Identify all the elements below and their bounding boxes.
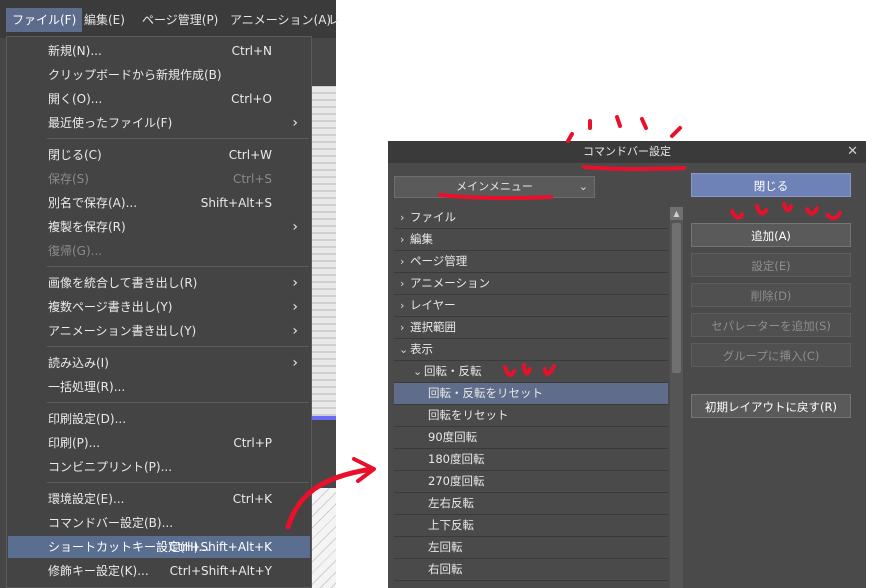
emphasis-mark bbox=[730, 209, 744, 220]
emphasis-mark bbox=[640, 117, 648, 130]
emphasis-mark bbox=[670, 126, 682, 138]
emphasis-mark bbox=[543, 364, 556, 376]
emphasis-mark bbox=[566, 132, 574, 143]
annotation-marks bbox=[438, 115, 842, 377]
emphasis-mark bbox=[522, 363, 532, 376]
emphasis-mark bbox=[615, 115, 622, 128]
emphasis-mark bbox=[503, 365, 516, 377]
emphasis-mark bbox=[805, 206, 819, 216]
title-underline-mark bbox=[582, 165, 686, 171]
emphasis-mark bbox=[755, 204, 768, 216]
emphasis-mark bbox=[782, 202, 793, 213]
emphasis-mark bbox=[826, 211, 842, 221]
dropdown-underline-mark bbox=[438, 193, 553, 201]
